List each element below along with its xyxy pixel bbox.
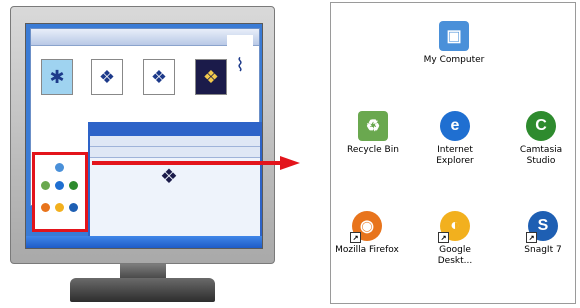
mini-icon [41, 181, 50, 190]
mini-icon [69, 181, 78, 190]
desktop-zoom-panel: ▣ My Computer ♻ Recycle Bin e Internet E… [330, 2, 576, 304]
icon-label: Google Deskt... [437, 245, 473, 266]
desktop-icon-firefox[interactable]: ◉ ↗ Mozilla Firefox [335, 211, 399, 256]
desktop-icon-camtasia-studio[interactable]: C Camtasia Studio [509, 111, 573, 167]
desktop-icon-internet-explorer[interactable]: e Internet Explorer [423, 111, 487, 167]
mini-icon [55, 163, 64, 172]
desktop-icon-google-desktop[interactable]: ◐ ↗ Google Deskt... [423, 211, 487, 267]
monitor-bezel: ✱ ❖ ❖ ❖ ⌇ ❖ [10, 6, 275, 264]
icon-label: Internet Explorer [436, 145, 474, 166]
thumbnail-map: ⌇ [227, 35, 253, 95]
mini-icon [55, 181, 64, 190]
mini-icon [55, 203, 64, 212]
icon-label: My Computer [423, 55, 485, 65]
desktop-icon-snagit[interactable]: S ↗ SnagIt 7 [511, 211, 575, 256]
arrow-icon [92, 156, 300, 170]
my-computer-icon: ▣ [439, 21, 469, 51]
thumbnail-puzzle: ✱ [41, 59, 73, 95]
app-toolbar [90, 136, 260, 147]
icon-label: Recycle Bin [347, 145, 399, 155]
monitor-stand [70, 278, 215, 302]
browser-toolbar [31, 29, 259, 46]
monitor-neck [120, 264, 166, 278]
thumbnail-butterfly-2: ❖ [143, 59, 175, 95]
monitor-screen: ✱ ❖ ❖ ❖ ⌇ ❖ [25, 23, 263, 249]
shortcut-arrow-icon: ↗ [526, 232, 537, 243]
desktop-icon-my-computer[interactable]: ▣ My Computer [422, 21, 486, 66]
google-desktop-icon: ◐ ↗ [438, 211, 470, 243]
mini-icon [69, 203, 78, 212]
app-window: ❖ [88, 122, 262, 246]
internet-explorer-icon: e [440, 111, 470, 141]
recycle-bin-icon: ♻ [358, 111, 388, 141]
mini-icon [41, 203, 50, 212]
taskbar [26, 236, 262, 248]
thumbnail-butterfly-3: ❖ [195, 59, 227, 95]
icon-label: Mozilla Firefox [335, 245, 399, 255]
monitor-illustration: ✱ ❖ ❖ ❖ ⌇ ❖ [10, 6, 275, 304]
shortcut-arrow-icon: ↗ [350, 232, 361, 243]
highlighted-desktop-region [32, 152, 88, 232]
shortcut-arrow-icon: ↗ [438, 232, 449, 243]
app-titlebar [90, 124, 260, 136]
camtasia-studio-icon: C [526, 111, 556, 141]
firefox-icon: ◉ ↗ [350, 211, 382, 243]
thumbnail-butterfly-1: ❖ [91, 59, 123, 95]
icon-label: Camtasia Studio [519, 145, 563, 166]
snagit-icon: S ↗ [526, 211, 558, 243]
icon-label: SnagIt 7 [524, 245, 562, 255]
desktop-icon-recycle-bin[interactable]: ♻ Recycle Bin [341, 111, 405, 156]
